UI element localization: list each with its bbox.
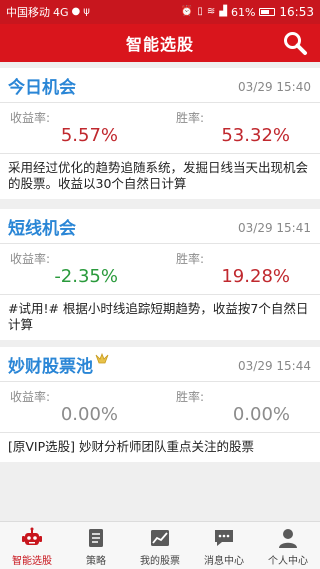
return-label: 收益率: — [10, 252, 51, 266]
tab-my-stocks[interactable]: 我的股票 — [128, 522, 192, 569]
app-notification-icon: ● — [71, 6, 81, 17]
tab-label: 策略 — [86, 556, 106, 567]
winrate-value: 53.32% — [221, 125, 290, 146]
card-stats: 收益率: 0.00% 胜率: 0.00% — [0, 382, 320, 432]
return-value: -2.35% — [54, 266, 118, 287]
card-stats: 收益率: -2.35% 胜率: 19.28% — [0, 244, 320, 294]
winrate-value: 19.28% — [221, 266, 290, 287]
status-bar: 中国移动 4G ● ψ ⏰ ▯ ≋ ▟ 61% 16:53 — [0, 0, 320, 24]
tab-label: 消息中心 — [204, 556, 244, 567]
card-time: 03/29 15:41 — [238, 221, 311, 235]
return-stat: 收益率: 5.57% — [0, 103, 160, 153]
network-label: 4G — [53, 5, 69, 19]
battery-percent: 61% — [230, 5, 256, 19]
tab-label: 个人中心 — [268, 556, 308, 567]
battery-icon — [259, 8, 276, 16]
robot-icon — [22, 527, 42, 545]
card-header: 短线机会 03/29 15:41 — [0, 209, 320, 243]
tab-label: 我的股票 — [140, 556, 180, 567]
card-title: 今日机会 — [8, 77, 76, 98]
vip-crown-icon — [95, 353, 109, 364]
card-stats: 收益率: 5.57% 胜率: 53.32% — [0, 103, 320, 153]
return-label: 收益率: — [10, 390, 51, 404]
card-header: 今日机会 03/29 15:40 — [0, 68, 320, 102]
winrate-label: 胜率: — [176, 111, 205, 125]
tab-label: 智能选股 — [12, 556, 52, 567]
tab-profile[interactable]: 个人中心 — [256, 522, 320, 569]
card-description: #试用!# 根据小时线追踪短期趋势，收益按7个自然日计算 — [0, 294, 320, 340]
tab-messages[interactable]: 消息中心 — [192, 522, 256, 569]
winrate-stat: 胜率: 19.28% — [160, 244, 320, 294]
usb-icon: ψ — [83, 6, 90, 17]
card-time: 03/29 15:40 — [238, 80, 311, 94]
carrier-label: 中国移动 — [6, 6, 50, 19]
card-header: 妙财股票池 03/29 15:44 — [0, 347, 320, 381]
clock: 16:53 — [279, 5, 314, 19]
card-title: 短线机会 — [8, 218, 76, 239]
return-stat: 收益率: 0.00% — [0, 382, 160, 432]
search-icon[interactable] — [282, 30, 308, 56]
return-label: 收益率: — [10, 111, 51, 125]
app-header: 智能选股 — [0, 24, 320, 62]
return-value: 0.00% — [60, 404, 118, 425]
card-time: 03/29 15:44 — [238, 359, 311, 373]
chart-icon — [151, 530, 169, 546]
message-icon — [215, 530, 233, 546]
winrate-stat: 胜率: 0.00% — [160, 382, 320, 432]
card-description: 采用经过优化的趋势追随系统，发掘日线当天出现机会的股票。收益以30个自然日计算 — [0, 153, 320, 199]
return-stat: 收益率: -2.35% — [0, 244, 160, 294]
page-title: 智能选股 — [125, 35, 194, 54]
winrate-value: 0.00% — [232, 404, 290, 425]
strategy-card-today[interactable]: 今日机会 03/29 15:40 收益率: 5.57% 胜率: 53.32% 采… — [0, 68, 320, 199]
winrate-label: 胜率: — [176, 390, 205, 404]
bottom-tab-bar: 智能选股 策略 我的股票 消息中心 个人中心 — [0, 521, 320, 569]
winrate-stat: 胜率: 53.32% — [160, 103, 320, 153]
strategy-card-stockpool[interactable]: 妙财股票池 03/29 15:44 收益率: 0.00% 胜率: 0.00% [… — [0, 347, 320, 462]
document-icon — [89, 529, 103, 547]
winrate-label: 胜率: — [176, 252, 205, 266]
wifi-icon: ≋ — [206, 6, 216, 17]
tab-smart-picks[interactable]: 智能选股 — [0, 522, 64, 569]
person-icon — [279, 529, 297, 548]
alarm-icon: ⏰ — [180, 6, 194, 17]
signal-icon: ▟ — [219, 6, 227, 17]
tab-strategy[interactable]: 策略 — [64, 522, 128, 569]
card-description: [原VIP选股] 妙财分析师团队重点关注的股票 — [0, 432, 320, 462]
return-value: 5.57% — [60, 125, 118, 146]
card-title: 妙财股票池 — [8, 356, 93, 377]
vibrate-icon: ▯ — [197, 6, 203, 17]
strategy-card-shortterm[interactable]: 短线机会 03/29 15:41 收益率: -2.35% 胜率: 19.28% … — [0, 209, 320, 340]
